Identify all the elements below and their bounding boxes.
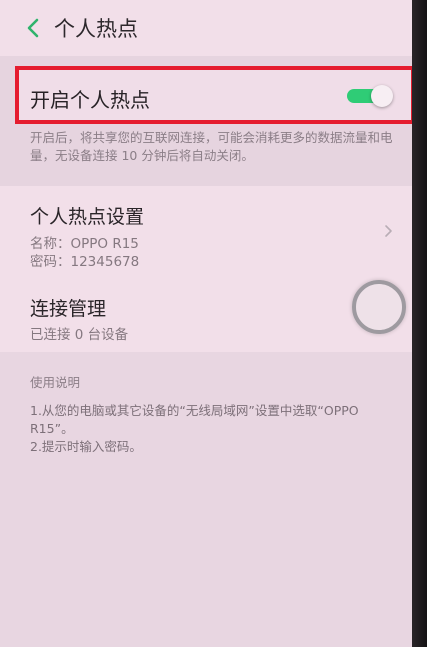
hotspot-settings-title: 个人热点设置 (30, 206, 145, 228)
device-bezel (412, 0, 427, 647)
hotspot-toggle-label: 开启个人热点 (30, 88, 150, 112)
hotspot-name: 名称：OPPO R15 (30, 236, 139, 252)
connection-status: 已连接 0 台设备 (30, 327, 129, 343)
hotspot-settings-item[interactable]: 个人热点设置 名称：OPPO R15 密码：12345678 (0, 186, 412, 276)
instructions-title: 使用说明 (30, 375, 81, 390)
connection-management-title: 连接管理 (30, 298, 107, 320)
hotspot-description: 开启后，将共享您的互联网连接，可能会消耗更多的数据流量和电量，无设备连接 10 … (30, 130, 393, 163)
page-title: 个人热点 (54, 17, 138, 41)
chevron-left-icon[interactable] (23, 16, 43, 40)
hotspot-password: 密码：12345678 (30, 254, 140, 270)
hotspot-toggle-section: 开启个人热点 开启后，将共享您的互联网连接，可能会消耗更多的数据流量和电量，无设… (0, 56, 412, 186)
screen: 个人热点 开启个人热点 开启后，将共享您的互联网连接，可能会消耗更多的数据流量和… (0, 0, 412, 647)
instructions-step-2: 2.提示时输入密码。 (30, 439, 142, 454)
connection-management-item[interactable]: 连接管理 已连接 0 台设备 (0, 278, 412, 352)
instructions-section: 使用说明 1.从您的电脑或其它设备的“无线局域网”设置中选取“OPPO R15”… (0, 352, 412, 647)
chevron-right-icon (385, 225, 392, 237)
hotspot-switch[interactable] (347, 85, 393, 107)
header: 个人热点 (0, 0, 412, 56)
hotspot-toggle-row[interactable]: 开启个人热点 (15, 66, 412, 124)
settings-section: 个人热点设置 名称：OPPO R15 密码：12345678 连接管理 已连接 … (0, 186, 412, 352)
instructions-step-1: 1.从您的电脑或其它设备的“无线局域网”设置中选取“OPPO R15”。 (30, 403, 359, 436)
switch-knob (371, 85, 393, 107)
touch-indicator-icon (352, 280, 406, 334)
